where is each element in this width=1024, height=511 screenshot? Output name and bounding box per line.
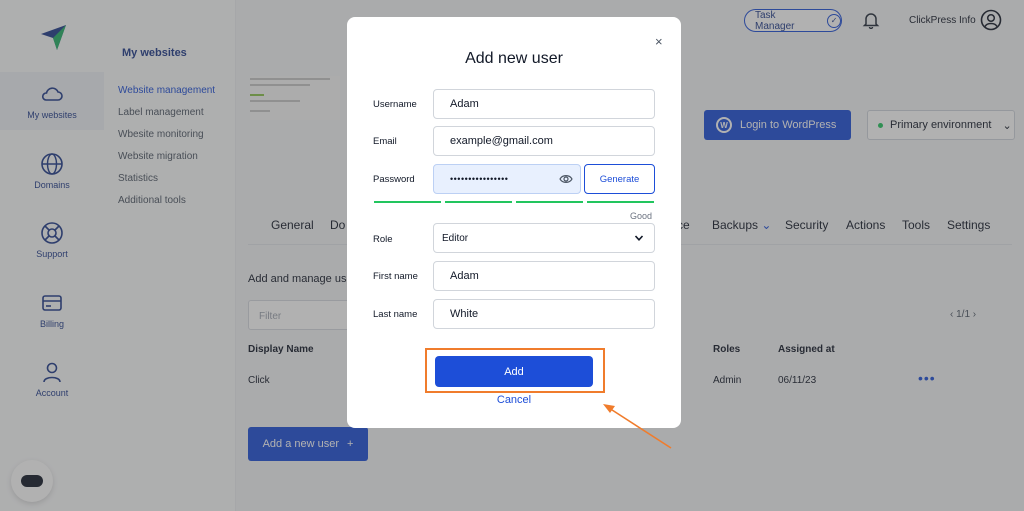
email-label: Email [373, 136, 397, 147]
strength-segment [516, 201, 583, 203]
username-label: Username [373, 99, 417, 110]
chevron-down-icon [634, 235, 644, 241]
role-value: Editor [442, 232, 469, 244]
strength-segment [445, 201, 512, 203]
close-icon[interactable]: × [655, 34, 663, 49]
add-button[interactable]: Add [435, 356, 593, 387]
strength-segment [587, 201, 654, 203]
password-label: Password [373, 174, 415, 185]
last-name-field[interactable]: White [433, 299, 655, 329]
first-name-field[interactable]: Adam [433, 261, 655, 291]
strength-segment [374, 201, 441, 203]
eye-icon[interactable] [559, 173, 573, 185]
strength-label: Good [630, 211, 653, 221]
role-label: Role [373, 234, 393, 245]
email-field[interactable]: example@gmail.com [433, 126, 655, 156]
role-select[interactable]: Editor [433, 223, 655, 253]
first-name-label: First name [373, 271, 418, 282]
add-user-modal: Add new user × Username Adam Email examp… [347, 17, 681, 428]
last-name-label: Last name [373, 309, 418, 320]
username-field[interactable]: Adam [433, 89, 655, 119]
cancel-link[interactable]: Cancel [347, 394, 681, 406]
generate-password-button[interactable]: Generate [584, 164, 655, 194]
modal-title: Add new user [465, 50, 563, 67]
